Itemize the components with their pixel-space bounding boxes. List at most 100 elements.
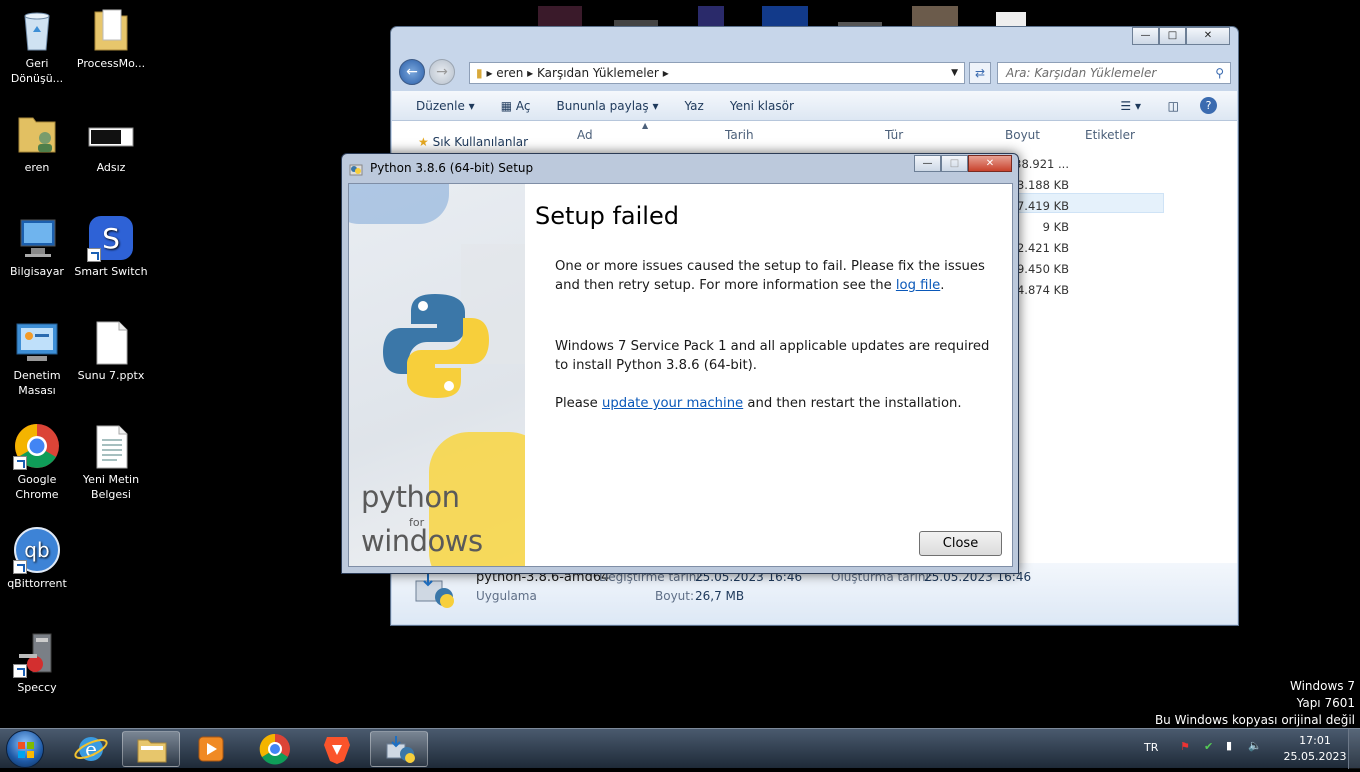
clock-time[interactable]: 17:01 <box>1280 734 1350 747</box>
desktop-icon-smart-switch[interactable]: S Smart Switch <box>74 214 148 279</box>
dialog-title: Python 3.8.6 (64-bit) Setup <box>370 161 534 175</box>
address-bar[interactable]: ▮ ▸ eren ▸ Karşıdan Yüklemeler ▸ ▼ <box>469 62 965 84</box>
update-machine-link[interactable]: update your machine <box>602 396 743 411</box>
dialog-minimize-button[interactable]: — <box>914 155 941 172</box>
open-button[interactable]: ▦ Aç <box>501 99 531 113</box>
column-header-tags[interactable]: Etiketler <box>1085 128 1135 142</box>
thumbnail-6 <box>912 6 958 26</box>
desktop-icon-chrome[interactable]: Google Chrome <box>0 422 74 502</box>
thumbnail-4 <box>762 6 808 26</box>
desktop-icon-label: Smart Switch <box>74 265 148 278</box>
details-kind: Uygulama <box>476 589 537 603</box>
action-center-icon[interactable]: ⚑ <box>1180 740 1190 753</box>
view-options-icon[interactable]: ☰ ▾ <box>1120 99 1141 113</box>
dialog-maximize-button[interactable]: □ <box>941 155 968 172</box>
new-folder-button[interactable]: Yeni klasör <box>730 99 794 113</box>
start-button[interactable] <box>6 730 44 768</box>
chevron-down-icon[interactable]: ▼ <box>951 63 958 83</box>
windows-watermark: Windows 7 Yapı 7601 Bu Windows kopyası o… <box>1155 678 1355 729</box>
refresh-button[interactable]: ⇄ <box>969 62 991 84</box>
folder-icon: ▮ <box>476 66 483 80</box>
thumbnail-7 <box>996 12 1026 26</box>
column-header-date[interactable]: Tarih <box>725 128 754 142</box>
taskbar-explorer[interactable] <box>122 731 180 767</box>
desktop-icon-sunu[interactable]: Sunu 7.pptx <box>74 318 148 383</box>
media-player-icon <box>198 736 224 762</box>
internet-explorer-icon: e <box>74 737 108 761</box>
taskbar-brave[interactable] <box>308 731 366 767</box>
watermark-line: Windows 7 <box>1289 679 1355 693</box>
desktop-icon-label: Speccy <box>17 681 57 694</box>
desktop: Geri Dönüşü... eren Bilgisayar Denetim M… <box>0 0 1360 728</box>
search-input[interactable]: Ara: Karşıdan Yüklemeler ⚲ <box>997 62 1231 84</box>
minimize-button[interactable]: — <box>1132 27 1159 45</box>
language-indicator[interactable]: TR <box>1144 741 1158 754</box>
taskbar-chrome[interactable] <box>246 731 304 767</box>
clock-date[interactable]: 25.05.2023 <box>1275 750 1355 763</box>
chrome-icon <box>13 422 61 470</box>
brand-windows-text: windows <box>361 524 483 558</box>
back-button[interactable]: ← <box>399 59 425 85</box>
update-message-start: Please <box>555 396 602 411</box>
shortcut-arrow-icon <box>13 456 27 470</box>
close-button[interactable]: Close <box>919 531 1002 556</box>
desktop-icon-computer[interactable]: Bilgisayar <box>0 214 74 279</box>
volume-icon[interactable]: 🔈 <box>1248 739 1262 752</box>
shortcut-arrow-icon <box>13 560 27 574</box>
nav-favorites-label: Sık Kullanılanlar <box>432 135 529 149</box>
column-header-size[interactable]: Boyut <box>1005 128 1040 142</box>
update-message: Please update your machine and then rest… <box>555 394 995 413</box>
desktop-icon-processmonitor[interactable]: ProcessMo... <box>74 6 148 71</box>
dialog-close-button[interactable]: ✕ <box>968 155 1012 172</box>
desktop-icon-label: eren <box>24 161 50 174</box>
desktop-icon-control-panel[interactable]: Denetim Masası <box>0 318 74 398</box>
requirement-message: Windows 7 Service Pack 1 and all applica… <box>555 339 990 373</box>
desktop-icon-label: Google Chrome <box>15 473 59 501</box>
desktop-icon-qbittorrent[interactable]: qb qBittorrent <box>0 526 74 591</box>
desktop-icon-label: Bilgisayar <box>10 265 64 278</box>
failure-message: One or more issues caused the setup to f… <box>555 257 995 295</box>
text-document-icon <box>87 422 135 470</box>
share-button[interactable]: Bununla paylaş ▾ <box>556 99 658 113</box>
folder-icon <box>87 6 135 54</box>
speccy-icon <box>13 630 61 678</box>
forward-button[interactable]: → <box>429 59 455 85</box>
show-desktop-button[interactable] <box>1348 729 1360 769</box>
search-icon: ⚲ <box>1215 66 1224 80</box>
help-icon[interactable]: ? <box>1200 97 1217 114</box>
security-icon[interactable]: ✔ <box>1204 740 1213 753</box>
desktop-icon-text-document[interactable]: Yeni Metin Belgesi <box>74 422 148 502</box>
organize-button[interactable]: Düzenle ▾ <box>416 99 475 113</box>
column-header-type[interactable]: Tür <box>885 128 903 142</box>
open-icon: ▦ <box>500 98 513 113</box>
close-button[interactable]: ✕ <box>1186 27 1230 45</box>
desktop-icon-speccy[interactable]: Speccy <box>0 630 74 695</box>
taskbar-media-player[interactable] <box>182 731 240 767</box>
python-setup-dialog[interactable]: Python 3.8.6 (64-bit) Setup — □ ✕ python… <box>341 153 1019 574</box>
maximize-button[interactable]: □ <box>1159 27 1186 45</box>
explorer-window-controls: — □ ✕ <box>1132 27 1230 45</box>
desktop-icon-label: Yeni Metin Belgesi <box>82 473 140 501</box>
print-button[interactable]: Yaz <box>685 99 704 113</box>
search-placeholder: Ara: Karşıdan Yüklemeler <box>1006 66 1157 80</box>
desktop-icon-adsiz[interactable]: Adsız <box>74 110 148 175</box>
column-header-name[interactable]: Ad <box>577 128 593 142</box>
details-size-label: Boyut: <box>655 589 695 603</box>
monitor-icon <box>87 110 135 158</box>
nav-favorites[interactable]: ★ Sık Kullanılanlar <box>418 135 528 149</box>
python-installer-icon <box>386 736 415 763</box>
log-file-link[interactable]: log file <box>896 278 940 293</box>
taskbar-python-setup[interactable] <box>370 731 428 767</box>
preview-pane-icon[interactable]: ◫ <box>1168 99 1179 113</box>
taskbar-internet-explorer[interactable]: e <box>62 731 120 767</box>
desktop-icon-eren[interactable]: eren <box>0 110 74 175</box>
desktop-icon-recycle-bin[interactable]: Geri Dönüşü... <box>0 6 74 86</box>
breadcrumb-item[interactable]: eren <box>496 66 523 80</box>
shortcut-arrow-icon <box>87 248 101 262</box>
thumbnail-1 <box>538 6 582 26</box>
computer-icon <box>13 214 61 262</box>
folder-icon <box>137 739 167 763</box>
breadcrumb-item[interactable]: Karşıdan Yüklemeler <box>537 66 659 80</box>
network-icon[interactable]: ▮ <box>1226 739 1232 752</box>
breadcrumb-separator: ▸ <box>527 66 537 80</box>
